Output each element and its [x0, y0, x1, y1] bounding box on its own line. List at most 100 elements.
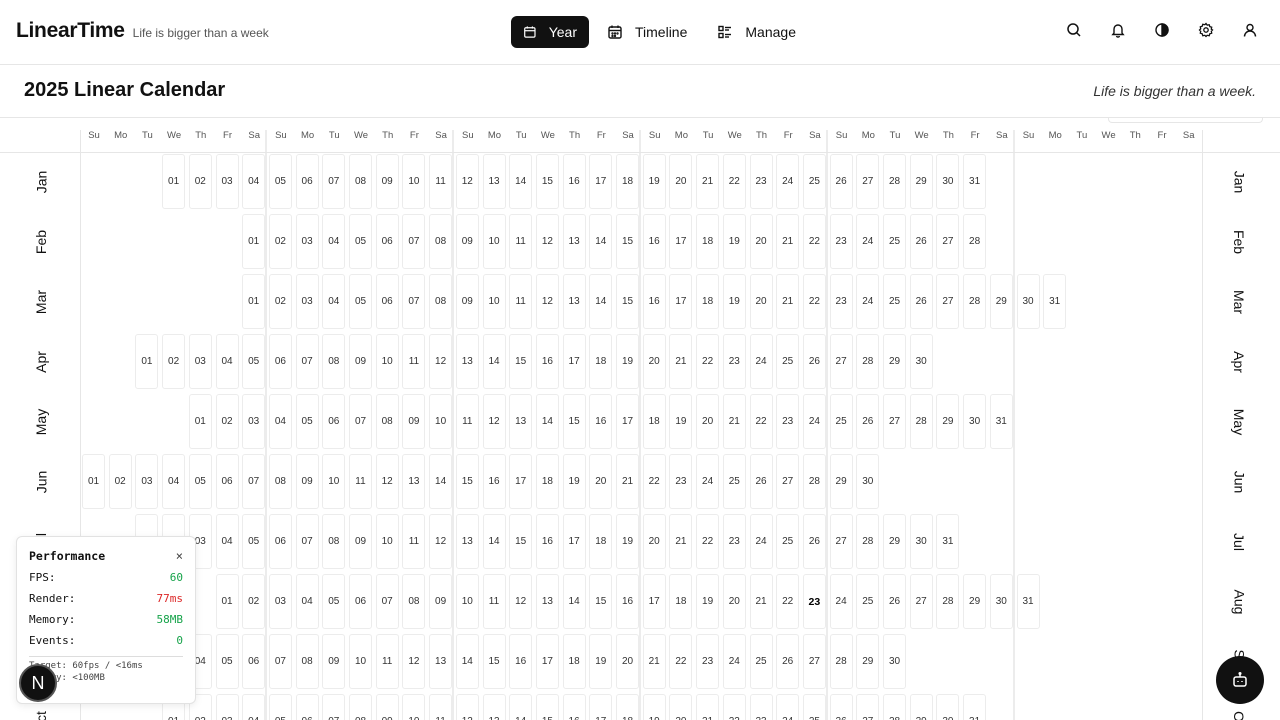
day-cell[interactable]: 18 [616, 154, 639, 209]
day-cell[interactable]: 19 [616, 514, 639, 569]
day-cell[interactable]: 18 [589, 334, 613, 389]
day-cell[interactable]: 17 [562, 514, 586, 569]
day-cell[interactable]: 13 [562, 214, 586, 269]
day-cell[interactable]: 26 [829, 694, 853, 720]
day-cell[interactable]: 02 [268, 274, 292, 329]
day-cell[interactable]: 24 [722, 634, 746, 689]
day-cell[interactable]: 25 [883, 214, 906, 269]
nav-manage[interactable]: Manage [705, 16, 808, 48]
day-cell[interactable]: 10 [482, 274, 506, 329]
day-cell[interactable]: 10 [402, 154, 426, 209]
day-cell[interactable]: 09 [455, 274, 479, 329]
day-cell[interactable]: 20 [642, 514, 666, 569]
day-cell[interactable]: 20 [589, 454, 613, 509]
day-cell[interactable]: 06 [295, 154, 319, 209]
day-cell[interactable]: 25 [802, 154, 826, 209]
day-cell[interactable]: 13 [562, 274, 586, 329]
day-cell[interactable]: 16 [562, 694, 586, 720]
nav-timeline[interactable]: Timeline [595, 16, 699, 48]
day-cell[interactable]: 05 [295, 394, 319, 449]
day-cell[interactable]: 30 [936, 154, 960, 209]
day-cell[interactable]: 15 [589, 574, 613, 629]
day-cell[interactable]: 05 [268, 694, 292, 720]
day-cell[interactable]: 07 [268, 634, 292, 689]
day-cell[interactable]: 09 [375, 154, 399, 209]
day-cell[interactable]: 19 [616, 334, 639, 389]
day-cell[interactable]: 25 [883, 274, 906, 329]
day-cell[interactable]: 28 [856, 334, 880, 389]
day-cell[interactable]: 22 [802, 274, 826, 329]
day-cell[interactable]: 24 [856, 274, 880, 329]
day-cell[interactable]: 21 [669, 334, 693, 389]
day-cell[interactable]: 22 [696, 334, 720, 389]
day-cell[interactable]: 04 [242, 154, 266, 209]
day-cell[interactable]: 05 [188, 454, 212, 509]
day-cell[interactable]: 21 [776, 214, 800, 269]
day-cell[interactable]: 11 [429, 694, 453, 720]
day-cell[interactable]: 12 [535, 214, 559, 269]
day-cell[interactable]: 10 [402, 694, 426, 720]
day-cell[interactable]: 14 [589, 214, 613, 269]
day-cell[interactable]: 06 [349, 574, 372, 629]
day-cell[interactable]: 13 [482, 694, 506, 720]
day-cell[interactable]: 18 [535, 454, 559, 509]
day-cell[interactable]: 16 [562, 154, 586, 209]
brand[interactable]: LinearTime Life is bigger than a week [16, 19, 269, 43]
day-cell[interactable]: 18 [642, 394, 666, 449]
day-cell[interactable]: 13 [455, 514, 479, 569]
day-cell[interactable]: 01 [82, 454, 105, 509]
day-cell[interactable]: 19 [696, 574, 720, 629]
day-cell[interactable]: 23 [722, 334, 746, 389]
day-cell[interactable]: 27 [829, 514, 853, 569]
day-cell[interactable]: 19 [722, 274, 746, 329]
day-cell[interactable]: 05 [242, 334, 266, 389]
day-cell[interactable]: 22 [802, 214, 826, 269]
day-cell[interactable]: 28 [963, 214, 987, 269]
day-cell[interactable]: 29 [963, 574, 987, 629]
day-cell[interactable]: 06 [268, 514, 292, 569]
day-cell[interactable]: 24 [696, 454, 720, 509]
day-cell[interactable]: 06 [375, 274, 399, 329]
day-cell[interactable]: 21 [749, 574, 773, 629]
day-cell[interactable]: 07 [242, 454, 266, 509]
day-cell[interactable]: 31 [963, 154, 987, 209]
day-cell[interactable]: 05 [242, 514, 266, 569]
day-cell[interactable]: 08 [322, 334, 346, 389]
day-cell[interactable]: 11 [509, 214, 533, 269]
day-cell[interactable]: 11 [482, 574, 506, 629]
day-cell[interactable]: 21 [696, 154, 720, 209]
day-cell[interactable]: 06 [295, 694, 319, 720]
day-cell[interactable]: 24 [749, 514, 773, 569]
day-cell[interactable]: 07 [322, 694, 346, 720]
day-cell[interactable]: 21 [776, 274, 800, 329]
day-cell[interactable]: 08 [349, 694, 372, 720]
day-cell[interactable]: 25 [749, 634, 773, 689]
day-cell[interactable]: 09 [429, 574, 453, 629]
day-cell[interactable]: 08 [429, 214, 453, 269]
day-cell[interactable]: 06 [242, 634, 266, 689]
day-cell[interactable]: 13 [482, 154, 506, 209]
day-cell[interactable]: 22 [696, 514, 720, 569]
day-cell[interactable]: 14 [509, 154, 533, 209]
day-cell[interactable]: 29 [829, 454, 853, 509]
day-cell[interactable]: 08 [268, 454, 292, 509]
day-cell[interactable]: 25 [829, 394, 853, 449]
theme-toggle-icon[interactable] [1154, 22, 1170, 38]
day-cell[interactable]: 22 [642, 454, 666, 509]
day-cell[interactable]: 14 [482, 514, 506, 569]
day-cell[interactable]: 26 [802, 334, 826, 389]
day-cell[interactable]: 10 [482, 214, 506, 269]
day-cell[interactable]: 16 [642, 274, 666, 329]
day-cell[interactable]: 31 [1043, 274, 1067, 329]
day-cell[interactable]: 26 [749, 454, 773, 509]
day-cell[interactable]: 05 [349, 274, 372, 329]
day-cell[interactable]: 18 [589, 514, 613, 569]
day-cell[interactable]: 21 [669, 514, 693, 569]
day-cell[interactable]: 28 [883, 154, 906, 209]
day-cell[interactable]: 29 [883, 334, 906, 389]
day-cell[interactable]: 12 [429, 514, 453, 569]
day-cell[interactable]: 12 [535, 274, 559, 329]
day-cell[interactable]: 20 [616, 634, 639, 689]
day-cell[interactable]: 30 [989, 574, 1013, 629]
day-cell[interactable]: 25 [722, 454, 746, 509]
